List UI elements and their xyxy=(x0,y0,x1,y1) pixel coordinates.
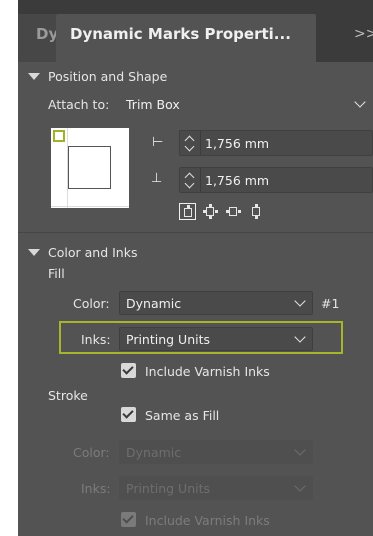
more-tabs-icon[interactable]: >> xyxy=(354,26,373,42)
fill-inks-value: Printing Units xyxy=(126,331,211,347)
horizontal-offset-icon: ⊢ xyxy=(152,135,164,150)
position-shape-section-toggle[interactable]: Position and Shape xyxy=(28,67,167,85)
fill-color-index: #1 xyxy=(321,296,340,311)
vertical-offset-icon: ⊥ xyxy=(151,171,163,186)
horizontal-offset-stepper[interactable]: 1,756 mm xyxy=(179,130,373,156)
horizontal-offset-value: 1,756 mm xyxy=(205,135,270,151)
color-inks-header: Color and Inks xyxy=(48,244,138,260)
anchor-options xyxy=(179,203,265,220)
vertical-offset-value: 1,756 mm xyxy=(205,172,270,188)
stroke-color-dropdown[interactable]: Dynamic xyxy=(119,440,313,464)
stroke-include-varnish-label: Include Varnish Inks xyxy=(145,513,270,528)
disclosure-triangle-icon xyxy=(28,248,40,256)
position-shape-header: Position and Shape xyxy=(48,68,168,84)
stroke-inks-label: Inks: xyxy=(81,481,111,496)
tab-dy[interactable]: Dy xyxy=(18,14,59,62)
attach-to-label: Attach to: xyxy=(48,97,110,112)
fill-color-label: Color: xyxy=(73,296,110,311)
dynamic-marks-panel: Dy Dynamic Marks Properti... >> Position… xyxy=(18,0,373,536)
include-varnish-checkbox[interactable] xyxy=(121,363,136,378)
fill-color-dropdown[interactable]: Dynamic xyxy=(119,291,313,315)
anchor-sides-horizontal-icon[interactable] xyxy=(225,203,242,220)
tab-title: Dynamic Marks Properti... xyxy=(70,25,291,43)
stroke-inks-value: Printing Units xyxy=(126,480,211,496)
same-as-fill-label: Same as Fill xyxy=(145,408,220,423)
include-varnish-label: Include Varnish Inks xyxy=(145,364,270,379)
stroke-color-value: Dynamic xyxy=(126,444,182,460)
anchor-sides-vertical-icon[interactable] xyxy=(202,203,219,220)
attach-to-dropdown[interactable]: Trim Box xyxy=(119,92,373,116)
stroke-label: Stroke xyxy=(48,388,88,403)
disclosure-triangle-icon xyxy=(28,72,40,80)
same-as-fill-checkbox[interactable] xyxy=(121,407,136,422)
vertical-offset-stepper[interactable]: 1,756 mm xyxy=(179,167,373,193)
chevron-down-icon xyxy=(294,444,306,456)
fill-label: Fill xyxy=(48,266,65,281)
stroke-color-label: Color: xyxy=(73,445,110,460)
trim-box-outline xyxy=(68,146,111,189)
chevron-down-icon xyxy=(354,96,366,108)
color-inks-section-toggle[interactable]: Color and Inks xyxy=(28,243,137,261)
stroke-include-varnish-checkbox[interactable] xyxy=(121,512,136,527)
chevron-down-icon xyxy=(294,480,306,492)
fill-inks-dropdown[interactable]: Printing Units xyxy=(119,327,313,351)
mark-position-preview[interactable] xyxy=(51,128,129,208)
anchor-top-icon[interactable] xyxy=(179,203,196,220)
chevron-down-icon xyxy=(294,331,306,343)
stroke-inks-dropdown[interactable]: Printing Units xyxy=(119,476,313,500)
preview-guide-h xyxy=(51,206,129,207)
chevron-down-icon xyxy=(294,295,306,307)
tab-bar: Dy Dynamic Marks Properti... >> xyxy=(18,0,373,62)
attach-to-value: Trim Box xyxy=(126,96,180,112)
tab-dy-label: Dy xyxy=(36,25,59,43)
fill-color-value: Dynamic xyxy=(126,295,182,311)
stepper-arrows-icon[interactable] xyxy=(180,131,201,155)
anchor-top-bottom-icon[interactable] xyxy=(248,203,265,220)
tab-dynamic-marks-properties[interactable]: Dynamic Marks Properti... xyxy=(56,14,316,62)
stepper-arrows-icon[interactable] xyxy=(180,168,201,192)
section-divider xyxy=(18,232,373,233)
mark-corner-indicator xyxy=(53,130,65,142)
fill-inks-label: Inks: xyxy=(81,332,111,347)
